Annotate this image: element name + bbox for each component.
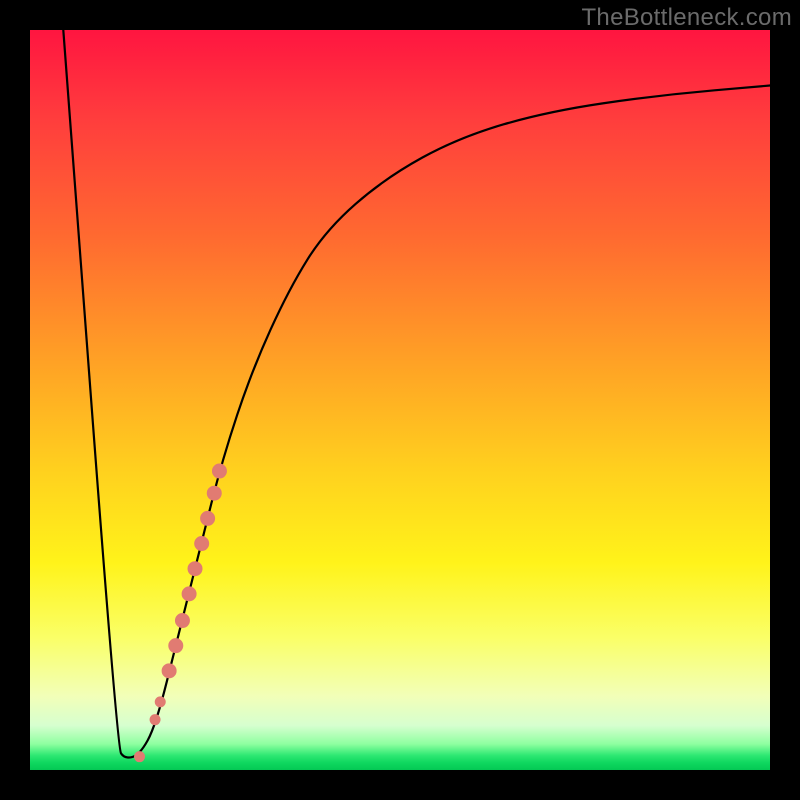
marker-dot	[169, 639, 183, 653]
marker-dot	[162, 664, 176, 678]
marker-dot	[207, 486, 221, 500]
marker-dot	[182, 587, 196, 601]
watermark-text: TheBottleneck.com	[581, 4, 792, 32]
marker-dot	[150, 715, 160, 725]
curve-layer	[30, 30, 770, 770]
marker-dot	[212, 464, 226, 478]
marker-dot	[201, 511, 215, 525]
marker-dot	[135, 752, 145, 762]
marker-dot	[155, 697, 165, 707]
marker-dot	[188, 562, 202, 576]
chart-frame: TheBottleneck.com	[0, 0, 800, 800]
plot-area	[30, 30, 770, 770]
marker-dot	[195, 537, 209, 551]
highlighted-markers	[135, 464, 227, 762]
marker-dot	[175, 614, 189, 628]
